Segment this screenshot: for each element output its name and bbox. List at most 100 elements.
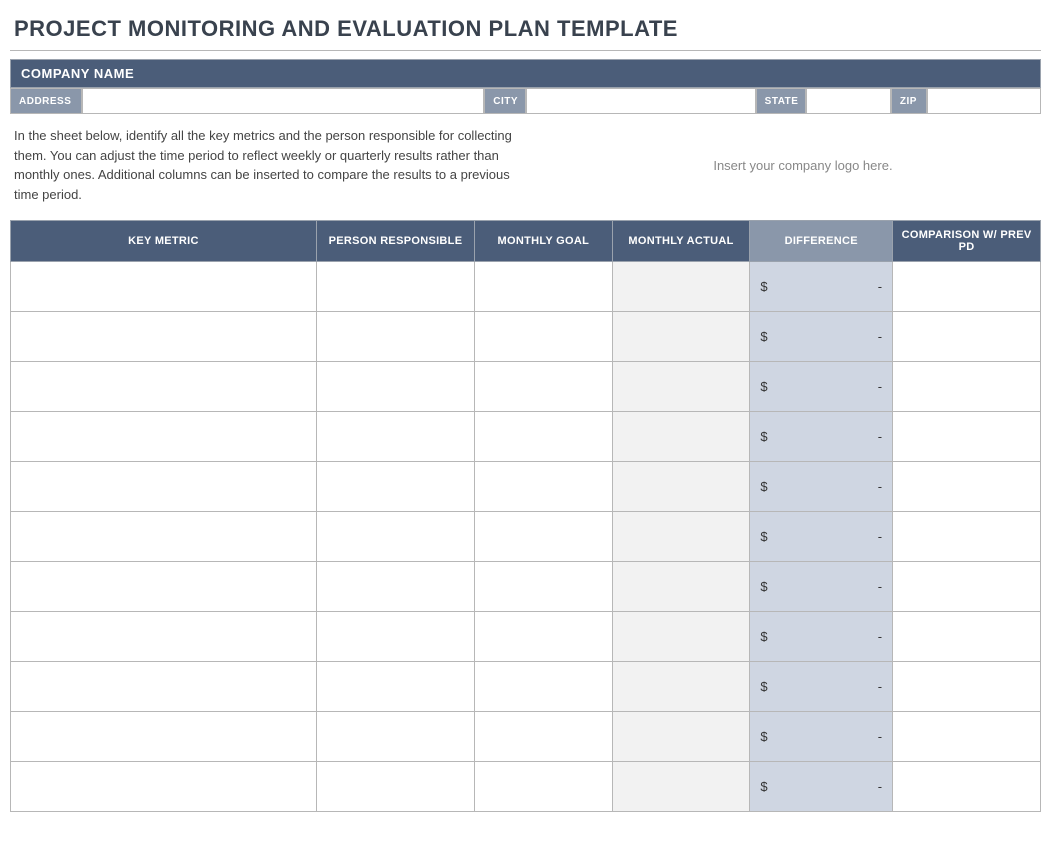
diff-value: - <box>878 279 882 294</box>
instructions-text: In the sheet below, identify all the key… <box>14 126 529 204</box>
cell-person[interactable] <box>316 412 474 462</box>
cell-comparison[interactable] <box>893 312 1041 362</box>
page-title: PROJECT MONITORING AND EVALUATION PLAN T… <box>10 10 1041 51</box>
zip-field[interactable] <box>927 88 1041 114</box>
cell-key-metric[interactable] <box>11 662 317 712</box>
header-person: PERSON RESPONSIBLE <box>316 221 474 262</box>
cell-difference: $- <box>750 712 893 762</box>
cell-person[interactable] <box>316 312 474 362</box>
cell-key-metric[interactable] <box>11 262 317 312</box>
diff-prefix: $ <box>760 579 767 594</box>
cell-difference: $- <box>750 512 893 562</box>
cell-actual[interactable] <box>612 362 750 412</box>
cell-goal[interactable] <box>475 512 613 562</box>
diff-prefix: $ <box>760 279 767 294</box>
cell-comparison[interactable] <box>893 762 1041 812</box>
diff-prefix: $ <box>760 729 767 744</box>
cell-goal[interactable] <box>475 262 613 312</box>
diff-prefix: $ <box>760 429 767 444</box>
table-row: $- <box>11 462 1041 512</box>
cell-person[interactable] <box>316 462 474 512</box>
cell-actual[interactable] <box>612 262 750 312</box>
header-difference: DIFFERENCE <box>750 221 893 262</box>
cell-comparison[interactable] <box>893 662 1041 712</box>
cell-person[interactable] <box>316 712 474 762</box>
diff-prefix: $ <box>760 679 767 694</box>
diff-value: - <box>878 529 882 544</box>
cell-key-metric[interactable] <box>11 412 317 462</box>
cell-difference: $- <box>750 362 893 412</box>
cell-difference: $- <box>750 612 893 662</box>
cell-goal[interactable] <box>475 612 613 662</box>
cell-goal[interactable] <box>475 462 613 512</box>
cell-key-metric[interactable] <box>11 762 317 812</box>
diff-value: - <box>878 629 882 644</box>
cell-actual[interactable] <box>612 462 750 512</box>
cell-goal[interactable] <box>475 712 613 762</box>
cell-comparison[interactable] <box>893 562 1041 612</box>
cell-difference: $- <box>750 462 893 512</box>
cell-comparison[interactable] <box>893 512 1041 562</box>
diff-value: - <box>878 479 882 494</box>
cell-comparison[interactable] <box>893 612 1041 662</box>
cell-key-metric[interactable] <box>11 362 317 412</box>
cell-person[interactable] <box>316 662 474 712</box>
cell-key-metric[interactable] <box>11 612 317 662</box>
diff-value: - <box>878 779 882 794</box>
cell-person[interactable] <box>316 612 474 662</box>
diff-prefix: $ <box>760 779 767 794</box>
table-header-row: KEY METRIC PERSON RESPONSIBLE MONTHLY GO… <box>11 221 1041 262</box>
diff-value: - <box>878 329 882 344</box>
cell-comparison[interactable] <box>893 362 1041 412</box>
cell-person[interactable] <box>316 512 474 562</box>
diff-value: - <box>878 679 882 694</box>
cell-difference: $- <box>750 312 893 362</box>
cell-comparison[interactable] <box>893 412 1041 462</box>
diff-value: - <box>878 429 882 444</box>
cell-person[interactable] <box>316 562 474 612</box>
cell-key-metric[interactable] <box>11 512 317 562</box>
cell-person[interactable] <box>316 762 474 812</box>
cell-comparison[interactable] <box>893 462 1041 512</box>
cell-actual[interactable] <box>612 762 750 812</box>
cell-difference: $- <box>750 762 893 812</box>
cell-difference: $- <box>750 562 893 612</box>
state-field[interactable] <box>806 88 891 114</box>
cell-goal[interactable] <box>475 412 613 462</box>
table-row: $- <box>11 612 1041 662</box>
cell-goal[interactable] <box>475 562 613 612</box>
cell-goal[interactable] <box>475 662 613 712</box>
cell-actual[interactable] <box>612 662 750 712</box>
cell-person[interactable] <box>316 362 474 412</box>
cell-actual[interactable] <box>612 612 750 662</box>
company-name-bar[interactable]: COMPANY NAME <box>10 59 1041 88</box>
cell-goal[interactable] <box>475 762 613 812</box>
city-label: CITY <box>484 88 526 114</box>
cell-actual[interactable] <box>612 312 750 362</box>
cell-goal[interactable] <box>475 312 613 362</box>
cell-comparison[interactable] <box>893 262 1041 312</box>
cell-key-metric[interactable] <box>11 712 317 762</box>
cell-actual[interactable] <box>612 712 750 762</box>
table-row: $- <box>11 712 1041 762</box>
logo-placeholder[interactable]: Insert your company logo here. <box>569 126 1037 204</box>
header-comparison: COMPARISON W/ PREV PD <box>893 221 1041 262</box>
cell-actual[interactable] <box>612 412 750 462</box>
diff-value: - <box>878 379 882 394</box>
header-key-metric: KEY METRIC <box>11 221 317 262</box>
cell-difference: $- <box>750 262 893 312</box>
address-field[interactable] <box>82 88 484 114</box>
cell-difference: $- <box>750 412 893 462</box>
cell-key-metric[interactable] <box>11 462 317 512</box>
table-row: $- <box>11 662 1041 712</box>
cell-comparison[interactable] <box>893 712 1041 762</box>
cell-key-metric[interactable] <box>11 312 317 362</box>
address-label: ADDRESS <box>10 88 82 114</box>
city-field[interactable] <box>526 88 755 114</box>
cell-key-metric[interactable] <box>11 562 317 612</box>
table-row: $- <box>11 512 1041 562</box>
cell-goal[interactable] <box>475 362 613 412</box>
cell-actual[interactable] <box>612 562 750 612</box>
cell-person[interactable] <box>316 262 474 312</box>
cell-actual[interactable] <box>612 512 750 562</box>
